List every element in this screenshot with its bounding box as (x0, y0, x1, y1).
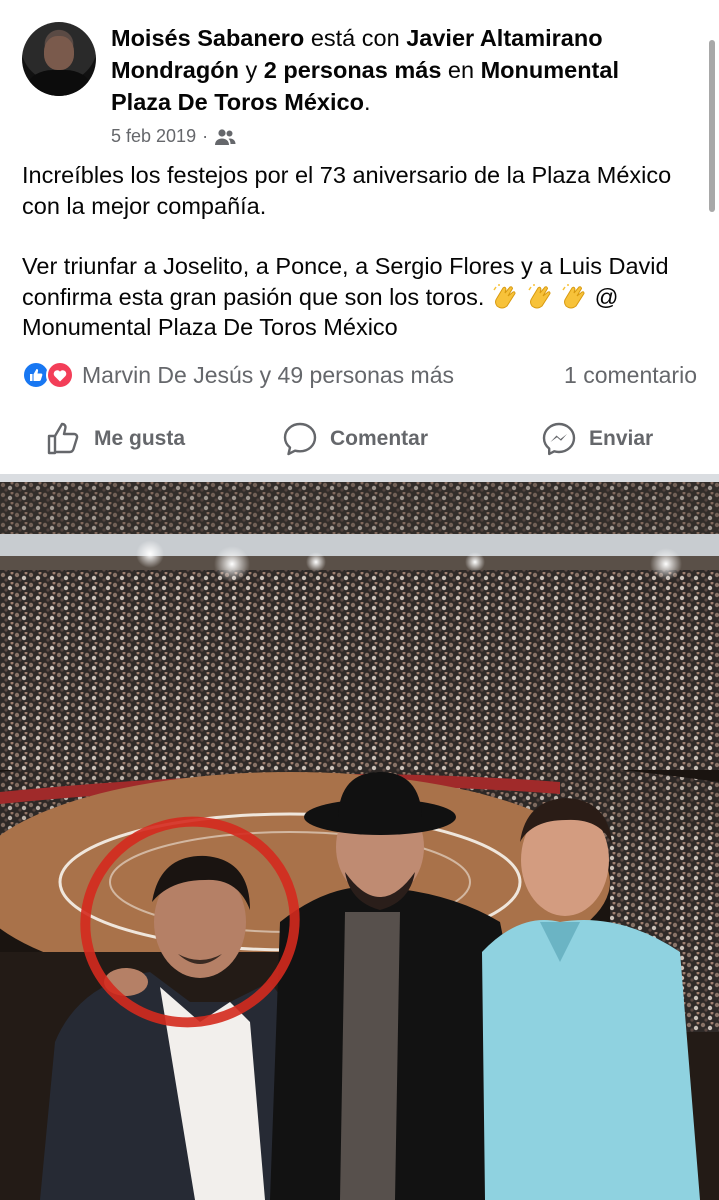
post-paragraph-2: Ver triunfar a Joselito, a Ponce, a Serg… (22, 251, 702, 343)
post-paragraph-1: Increíbles los festejos por el 73 aniver… (22, 162, 672, 219)
at-text: en (447, 57, 475, 83)
period: . (363, 89, 371, 115)
avatar-shirt (28, 70, 90, 96)
love-icon (46, 361, 74, 389)
post-photo[interactable] (0, 482, 719, 1200)
clapping-hands-icon (526, 283, 554, 310)
messenger-icon (542, 422, 576, 456)
author-link[interactable]: Moisés Sabanero (111, 25, 304, 51)
avatar-face (44, 36, 74, 70)
like-button[interactable]: Me gusta (46, 414, 185, 464)
send-button[interactable]: Enviar (541, 414, 653, 464)
others-link[interactable]: 2 personas más (264, 57, 442, 83)
and-text: y (245, 57, 258, 83)
reactions-bar[interactable]: Marvin De Jesús y 49 personas más 1 come… (22, 360, 697, 390)
post-meta: 5 feb 2019 · (111, 126, 236, 147)
post-date[interactable]: 5 feb 2019 (111, 126, 196, 147)
send-label: Enviar (589, 427, 654, 450)
comment-button[interactable]: Comentar (282, 414, 428, 464)
post-body: Increíbles los festejos por el 73 aniver… (22, 160, 702, 343)
action-bar: Me gusta Comentar Enviar (0, 414, 719, 464)
divider (0, 474, 719, 482)
comment-label: Comentar (330, 427, 429, 450)
meta-separator: · (202, 126, 209, 146)
comment-count[interactable]: 1 comentario (564, 362, 697, 389)
clapping-hands-icon (560, 283, 588, 310)
reaction-names[interactable]: Marvin De Jesús y 49 personas más (82, 362, 454, 389)
scrollbar[interactable] (709, 40, 715, 212)
clapping-hands-icon (491, 283, 519, 310)
with-text: está con (310, 25, 400, 51)
avatar[interactable] (22, 22, 96, 96)
reaction-icons (22, 361, 74, 389)
like-label: Me gusta (94, 427, 186, 450)
comment-icon (283, 422, 317, 456)
post-title: Moisés Sabanero está con Javier Altamira… (111, 22, 681, 118)
friends-icon[interactable] (214, 128, 236, 146)
thumbs-up-icon (47, 422, 79, 455)
